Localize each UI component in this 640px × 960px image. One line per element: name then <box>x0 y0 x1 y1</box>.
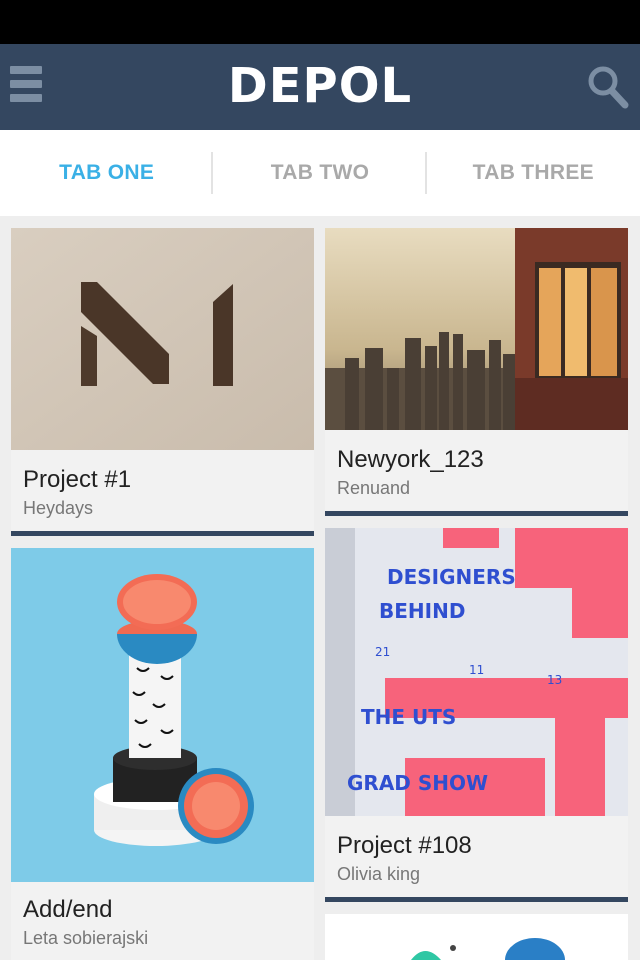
project-card[interactable]: DESIGNERS BEHIND THE UTS GRAD SHOW 21 11 1… <box>325 528 628 902</box>
tab-three[interactable]: TAB THREE <box>427 130 640 216</box>
status-bar <box>0 0 640 44</box>
sculpture-letter-m-photo <box>11 228 314 450</box>
tab-two[interactable]: TAB TWO <box>213 130 427 216</box>
svg-text:11: 11 <box>469 663 484 677</box>
card-title: Project #1 <box>23 466 132 493</box>
card-title: Newyork_123 <box>337 446 484 473</box>
tab-one-label: TAB ONE <box>59 161 155 184</box>
card-title: Add/end <box>23 896 113 923</box>
card-author: Olivia king <box>337 864 421 884</box>
grapefruit-sculpture-photo <box>11 548 314 882</box>
new-york-skyline-photo <box>325 228 628 430</box>
poster-text: GRAD SHOW <box>347 771 488 795</box>
app-bar: DEPOL <box>0 44 640 130</box>
poster-text: BEHIND <box>379 599 465 623</box>
card-author: Leta sobierajski <box>23 928 149 948</box>
tab-two-label: TAB TWO <box>270 161 370 184</box>
card-author: Renuand <box>337 478 411 498</box>
card-divider <box>325 511 628 516</box>
tab-one[interactable]: TAB ONE <box>0 130 214 216</box>
poster-text: DESIGNERS <box>387 565 516 589</box>
card-divider <box>11 531 314 536</box>
project-card[interactable]: Newyork_123 Renuand <box>325 228 628 516</box>
card-title: Project #108 <box>337 832 472 859</box>
tab-bar: TAB ONE TAB TWO TAB THREE <box>0 130 640 216</box>
tab-three-label: TAB THREE <box>472 161 594 184</box>
project-card[interactable]: Project #1 Heydays <box>11 228 314 536</box>
svg-text:21: 21 <box>375 645 390 659</box>
poster-text: THE UTS <box>361 705 456 729</box>
app-logo: DEPOL <box>227 58 413 114</box>
card-author: Heydays <box>23 498 94 518</box>
card-divider <box>325 897 628 902</box>
abstract-shapes-illustration <box>325 914 628 960</box>
designers-behind-poster-photo: DESIGNERS BEHIND THE UTS GRAD SHOW 21 11 1… <box>325 528 628 816</box>
project-card[interactable]: Add/end Leta sobierajski <box>11 548 314 960</box>
svg-text:13: 13 <box>547 673 562 687</box>
project-card[interactable] <box>325 914 628 960</box>
search-icon[interactable] <box>586 62 630 110</box>
